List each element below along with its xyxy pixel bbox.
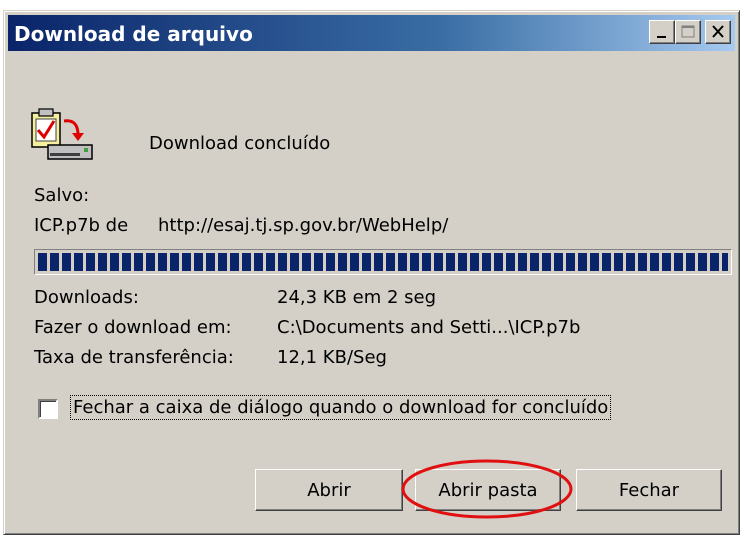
downloads-value: 24,3 KB em 2 seg — [277, 287, 437, 308]
saved-file: ICP.p7b de — [34, 215, 129, 236]
progress-segment — [122, 253, 131, 271]
progress-segment — [254, 253, 263, 271]
progress-segment — [350, 253, 359, 271]
progress-segment — [698, 253, 707, 271]
progress-segment — [386, 253, 395, 271]
saved-label: Salvo: — [34, 185, 90, 206]
progress-segment — [530, 253, 539, 271]
downloads-label: Downloads: — [34, 287, 139, 308]
transfer-rate-label: Taxa de transferência: — [34, 347, 234, 368]
title-bar[interactable]: Download de arquivo — [8, 15, 735, 51]
progress-segment — [50, 253, 59, 271]
progress-segment — [314, 253, 323, 271]
progress-segment — [650, 253, 659, 271]
progress-segment — [626, 253, 635, 271]
progress-segment — [614, 253, 623, 271]
close-on-complete-label[interactable]: Fechar a caixa de diálogo quando o downl… — [70, 395, 612, 420]
progress-segment — [182, 253, 191, 271]
progress-segment — [686, 253, 695, 271]
progress-segment — [710, 253, 719, 271]
progress-segment — [134, 253, 143, 271]
window-title: Download de arquivo — [14, 22, 253, 46]
progress-segment — [446, 253, 455, 271]
open-folder-button[interactable]: Abrir pasta — [415, 469, 561, 511]
progress-segment — [494, 253, 503, 271]
progress-segment — [146, 253, 155, 271]
progress-segment — [74, 253, 83, 271]
progress-segment — [158, 253, 167, 271]
progress-fill — [38, 253, 728, 271]
transfer-rate-value: 12,1 KB/Seg — [277, 347, 387, 368]
progress-segment — [170, 253, 179, 271]
progress-segment — [542, 253, 551, 271]
progress-segment — [374, 253, 383, 271]
progress-segment — [326, 253, 335, 271]
minimize-button[interactable] — [649, 20, 675, 44]
download-location-value: C:\Documents and Setti...\ICP.p7b — [277, 317, 581, 338]
close-dialog-button[interactable]: Fechar — [576, 469, 722, 511]
progress-segment — [86, 253, 95, 271]
progress-segment — [218, 253, 227, 271]
progress-segment — [38, 253, 47, 271]
download-progress-bar — [34, 249, 732, 275]
progress-segment — [674, 253, 683, 271]
progress-segment — [722, 253, 728, 271]
progress-segment — [566, 253, 575, 271]
minimize-icon — [657, 36, 666, 38]
close-button[interactable] — [705, 20, 731, 44]
progress-segment — [362, 253, 371, 271]
progress-segment — [278, 253, 287, 271]
progress-segment — [638, 253, 647, 271]
progress-segment — [518, 253, 527, 271]
progress-segment — [302, 253, 311, 271]
progress-segment — [506, 253, 515, 271]
progress-segment — [422, 253, 431, 271]
progress-segment — [662, 253, 671, 271]
progress-segment — [338, 253, 347, 271]
download-location-label: Fazer o download em: — [34, 317, 232, 338]
progress-segment — [434, 253, 443, 271]
download-complete-icon — [26, 107, 98, 167]
progress-segment — [410, 253, 419, 271]
progress-segment — [554, 253, 563, 271]
progress-segment — [602, 253, 611, 271]
progress-segment — [482, 253, 491, 271]
close-on-complete-checkbox[interactable] — [38, 399, 58, 419]
progress-segment — [206, 253, 215, 271]
progress-segment — [230, 253, 239, 271]
maximize-button[interactable] — [675, 20, 701, 44]
progress-segment — [266, 253, 275, 271]
download-dialog: Download de arquivo Download concluído S… — [3, 10, 740, 535]
progress-segment — [398, 253, 407, 271]
progress-segment — [458, 253, 467, 271]
progress-segment — [242, 253, 251, 271]
progress-segment — [590, 253, 599, 271]
open-button[interactable]: Abrir — [255, 469, 403, 511]
progress-segment — [98, 253, 107, 271]
progress-segment — [110, 253, 119, 271]
progress-segment — [62, 253, 71, 271]
maximize-icon — [681, 25, 695, 38]
saved-url: http://esaj.tj.sp.gov.br/WebHelp/ — [158, 215, 449, 236]
progress-segment — [470, 253, 479, 271]
download-status: Download concluído — [149, 133, 331, 154]
close-icon — [712, 25, 724, 38]
progress-segment — [290, 253, 299, 271]
progress-segment — [194, 253, 203, 271]
progress-segment — [578, 253, 587, 271]
